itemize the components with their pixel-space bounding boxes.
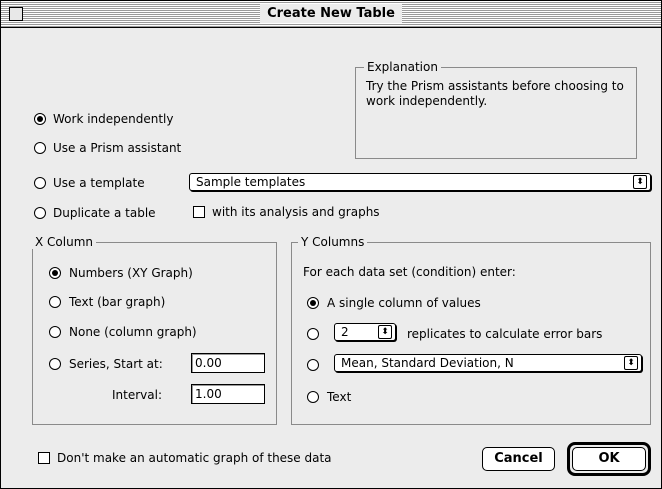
radio-x-numbers[interactable] <box>49 267 61 279</box>
radio-x-text[interactable] <box>49 296 61 308</box>
series-start-input[interactable] <box>192 354 258 372</box>
work-independently-label: Work independently <box>53 112 174 126</box>
y-columns-intro: For each data set (condition) enter: <box>303 265 516 279</box>
radio-use-assistant[interactable] <box>34 142 46 154</box>
x-option-series: Series, Start at: <box>69 357 163 371</box>
with-analysis-label: with its analysis and graphs <box>212 205 380 219</box>
up-down-arrows-icon: ⬍ <box>378 325 392 339</box>
no-graph-label: Don't make an automatic graph of these d… <box>57 451 332 465</box>
radio-work-independently[interactable] <box>34 113 46 125</box>
radio-y-single-column[interactable] <box>307 297 319 309</box>
use-assistant-label: Use a Prism assistant <box>53 141 182 155</box>
y-text-label: Text <box>327 390 352 404</box>
up-down-arrows-icon: ⬍ <box>624 356 638 370</box>
y-columns-group: Y Columns For each data set (condition) … <box>291 235 651 425</box>
x-option-numbers: Numbers (XY Graph) <box>69 266 193 280</box>
create-new-table-dialog: Create New Table Explanation Try the Pri… <box>0 0 662 489</box>
cancel-button[interactable]: Cancel <box>482 447 555 471</box>
mean-popup-value: Mean, Standard Deviation, N <box>341 356 514 370</box>
explanation-legend: Explanation <box>364 60 441 74</box>
x-option-text: Text (bar graph) <box>69 295 166 309</box>
title-bar[interactable]: Create New Table <box>1 1 661 28</box>
y-single-column-label: A single column of values <box>327 296 481 310</box>
replicates-popup-value: 2 <box>341 325 349 339</box>
radio-y-mean[interactable] <box>307 359 319 371</box>
series-start-field[interactable] <box>191 353 265 373</box>
template-popup[interactable]: Sample templates ⬍ <box>189 173 651 191</box>
use-template-label: Use a template <box>53 176 145 190</box>
x-option-none: None (column graph) <box>69 325 197 339</box>
x-column-group: X Column Numbers (XY Graph) Text (bar gr… <box>32 235 277 425</box>
interval-field[interactable] <box>191 384 265 404</box>
radio-x-series[interactable] <box>49 358 61 370</box>
radio-use-template[interactable] <box>34 177 46 189</box>
mean-popup[interactable]: Mean, Standard Deviation, N ⬍ <box>334 354 642 372</box>
interval-label: Interval: <box>112 388 162 402</box>
interval-input[interactable] <box>192 385 258 403</box>
radio-duplicate-table[interactable] <box>34 207 46 219</box>
with-analysis-checkbox[interactable] <box>193 206 205 218</box>
explanation-text: Try the Prism assistants before choosing… <box>366 79 624 108</box>
replicates-label: replicates to calculate error bars <box>407 327 603 341</box>
replicates-popup[interactable]: 2 ⬍ <box>334 323 396 341</box>
y-columns-legend: Y Columns <box>298 235 368 249</box>
window-title: Create New Table <box>260 4 402 23</box>
up-down-arrows-icon: ⬍ <box>633 175 647 189</box>
explanation-box: Explanation Try the Prism assistants bef… <box>355 60 637 159</box>
radio-y-text[interactable] <box>307 391 319 403</box>
radio-y-replicates[interactable] <box>307 328 319 340</box>
radio-x-none[interactable] <box>49 326 61 338</box>
template-popup-value: Sample templates <box>196 175 306 189</box>
no-graph-checkbox[interactable] <box>38 452 50 464</box>
x-column-legend: X Column <box>32 235 96 249</box>
ok-button[interactable]: OK <box>572 447 646 471</box>
duplicate-table-label: Duplicate a table <box>53 206 156 220</box>
